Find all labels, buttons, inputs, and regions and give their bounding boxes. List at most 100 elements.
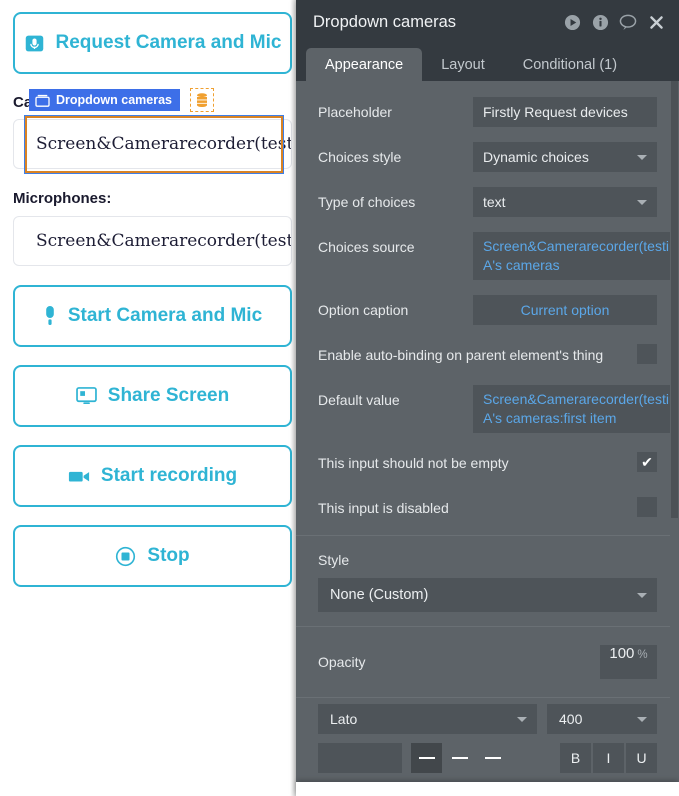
panel-bottom-edge	[296, 782, 679, 796]
tab-layout[interactable]: Layout	[422, 48, 504, 81]
share-screen-button[interactable]: Share Screen	[13, 365, 292, 427]
property-panel-title: Dropdown cameras	[313, 12, 457, 31]
design-canvas[interactable]: Request Camera and Mic Ca Screen&Camerar…	[0, 0, 296, 796]
align-right-icon[interactable]	[477, 742, 508, 773]
preview-play-icon[interactable]	[563, 13, 581, 31]
choices-source-label: Choices source	[318, 239, 415, 255]
align-center-icon[interactable]	[444, 742, 475, 773]
microphones-dropdown-value: Screen&Camerarecorder(testin	[36, 231, 292, 251]
stop-record-icon	[115, 546, 136, 567]
microphones-dropdown[interactable]: Screen&Camerarecorder(testin	[13, 216, 292, 266]
start-camera-and-mic-button[interactable]: Start Camera and Mic	[13, 285, 292, 347]
not-empty-checkbox[interactable]: ✔	[637, 451, 657, 472]
database-icon	[196, 92, 208, 108]
row-default-value: Default value Screen&Camerarecorder(test…	[296, 384, 679, 433]
row-option-caption: Option caption Current option	[296, 294, 679, 325]
placeholder-input[interactable]: Firstly Request devices	[473, 97, 657, 127]
tab-conditional[interactable]: Conditional (1)	[504, 48, 636, 81]
chevron-down-icon	[637, 155, 647, 160]
appearance-section: Placeholder Firstly Request devices Choi…	[296, 81, 679, 523]
choices-style-label: Choices style	[318, 149, 402, 165]
property-editor-panel: Dropdown cameras Appearance Layout Condi…	[296, 0, 679, 796]
start-camera-and-mic-label: Start Camera and Mic	[67, 305, 263, 326]
not-empty-label: This input should not be empty	[318, 454, 509, 471]
bold-icon[interactable]: B	[560, 742, 591, 773]
disabled-checkbox[interactable]	[637, 496, 657, 517]
opacity-value: 100	[609, 644, 635, 662]
database-chip[interactable]	[190, 88, 214, 112]
text-align-group	[411, 742, 508, 773]
style-value: None (Custom)	[330, 586, 429, 603]
type-of-choices-label: Type of choices	[318, 194, 416, 210]
row-not-empty: This input should not be empty ✔	[296, 448, 679, 478]
microphone-icon	[43, 305, 57, 327]
underline-icon[interactable]: U	[626, 742, 657, 773]
auto-binding-checkbox[interactable]	[637, 343, 657, 364]
font-family-select[interactable]: Lato	[318, 703, 537, 734]
property-panel-header-icons	[563, 13, 665, 31]
cameras-dropdown[interactable]: Screen&Camerarecorder(testin	[13, 119, 292, 169]
style-section: Style None (Custom)	[296, 536, 679, 626]
opacity-unit: %	[637, 648, 648, 661]
start-recording-button[interactable]: Start recording	[13, 445, 292, 507]
cameras-dropdown-value: Screen&Camerarecorder(testin	[36, 134, 292, 154]
video-camera-icon	[68, 469, 90, 484]
check-icon: ✔	[641, 453, 653, 470]
dropdown-element-icon	[35, 94, 50, 107]
option-caption-label: Option caption	[318, 301, 409, 318]
property-panel-header: Dropdown cameras	[296, 0, 679, 44]
row-type-of-choices: Type of choices text	[296, 187, 679, 217]
property-panel-body: Placeholder Firstly Request devices Choi…	[296, 81, 679, 796]
font-section: Lato 400	[296, 698, 679, 734]
row-choices-style: Choices style Dynamic choices	[296, 142, 679, 172]
element-name-badge[interactable]: Dropdown cameras	[29, 89, 181, 111]
chevron-down-icon	[517, 716, 527, 722]
camera-mic-icon	[24, 33, 45, 54]
choices-source-expression[interactable]: Screen&Camerarecorder(testing) A's camer…	[473, 232, 679, 280]
start-recording-label: Start recording	[100, 465, 238, 486]
align-left-icon[interactable]	[411, 742, 442, 773]
info-icon[interactable]	[591, 13, 609, 31]
default-value-label: Default value	[318, 391, 400, 408]
comment-icon[interactable]	[619, 13, 637, 31]
auto-binding-label: Enable auto-binding on parent element's …	[318, 346, 604, 363]
font-size-input[interactable]	[318, 742, 402, 773]
request-camera-and-mic-button[interactable]: Request Camera and Mic	[13, 12, 292, 74]
row-disabled: This input is disabled	[296, 493, 679, 523]
opacity-label: Opacity	[318, 653, 366, 670]
stop-button[interactable]: Stop	[13, 525, 292, 587]
tab-appearance[interactable]: Appearance	[306, 48, 423, 81]
chevron-down-icon	[637, 716, 647, 722]
option-caption-expression[interactable]: Current option	[473, 294, 657, 325]
request-camera-and-mic-label: Request Camera and Mic	[55, 32, 282, 53]
italic-icon[interactable]: I	[593, 742, 624, 773]
element-name-badge-label: Dropdown cameras	[56, 93, 173, 107]
style-select[interactable]: None (Custom)	[318, 577, 657, 612]
choices-style-select[interactable]: Dynamic choices	[473, 142, 657, 172]
row-auto-binding: Enable auto-binding on parent element's …	[296, 340, 679, 370]
choices-style-value: Dynamic choices	[483, 149, 589, 165]
opacity-section: Opacity 100 %	[296, 627, 679, 697]
monitor-icon	[75, 387, 97, 405]
opacity-input[interactable]: 100 %	[600, 644, 657, 679]
row-placeholder: Placeholder Firstly Request devices	[296, 97, 679, 127]
placeholder-label: Placeholder	[318, 104, 392, 120]
type-of-choices-value: text	[483, 194, 506, 210]
stop-label: Stop	[147, 545, 190, 566]
property-panel-tabs: Appearance Layout Conditional (1)	[296, 44, 679, 81]
chevron-down-icon	[637, 200, 647, 205]
text-format-group: B I U	[560, 742, 657, 773]
panel-scrollbar-thumb[interactable]	[671, 81, 678, 518]
default-value-expression[interactable]: Screen&Camerarecorder(testing) A's camer…	[473, 384, 679, 433]
disabled-label: This input is disabled	[318, 499, 449, 516]
type-of-choices-select[interactable]: text	[473, 187, 657, 217]
text-toolbar: B I U	[296, 734, 679, 773]
panel-scrollbar[interactable]	[670, 81, 679, 796]
font-family-value: Lato	[330, 710, 358, 727]
chevron-down-icon	[637, 592, 647, 598]
microphones-label: Microphones:	[13, 190, 112, 207]
font-weight-select[interactable]: 400	[547, 703, 657, 734]
share-screen-label: Share Screen	[107, 385, 230, 406]
close-icon[interactable]	[647, 13, 665, 31]
row-choices-source: Choices source Screen&Camerarecorder(tes…	[296, 232, 679, 280]
